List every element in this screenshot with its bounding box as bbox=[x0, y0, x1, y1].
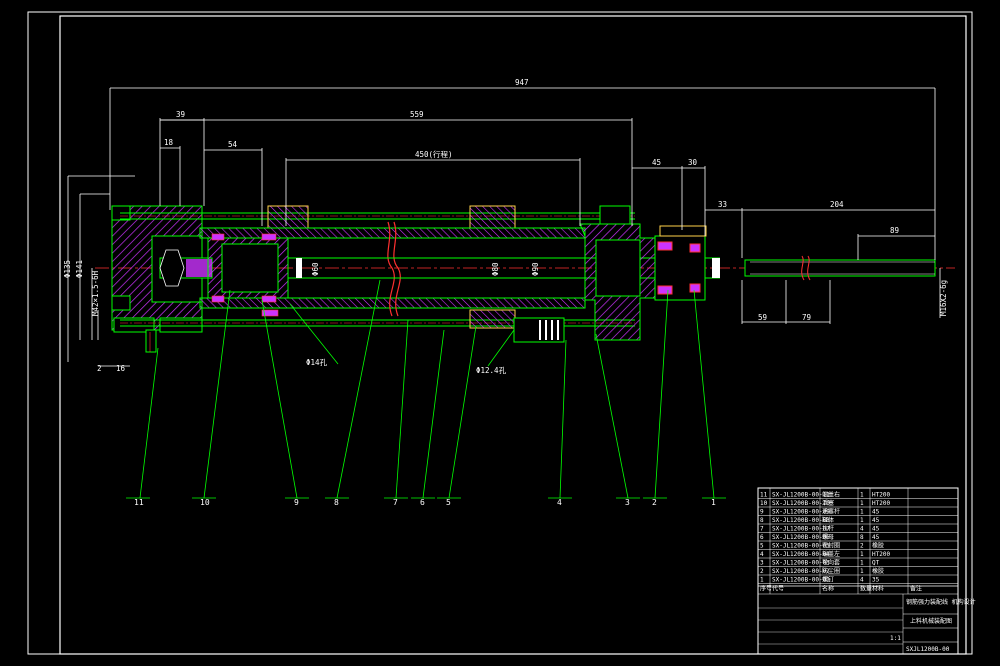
parts-cell-qty: 1 bbox=[860, 551, 864, 558]
dim-33: 33 bbox=[718, 200, 727, 209]
dim-79: 79 bbox=[802, 313, 811, 322]
balloon-3: 3 bbox=[625, 498, 630, 507]
parts-cell-material: 橡胶 bbox=[872, 567, 884, 575]
parts-cell-no: 9 bbox=[760, 509, 764, 516]
parts-cell-material: 35 bbox=[872, 577, 880, 584]
balloon-11: 11 bbox=[134, 498, 144, 507]
parts-cell-name: 防尘圈 bbox=[822, 567, 840, 575]
parts-cell-no: 5 bbox=[760, 543, 764, 550]
parts-cell-name: 导向套 bbox=[822, 559, 840, 567]
parts-cell-material: 45 bbox=[872, 526, 880, 533]
balloon-5: 5 bbox=[446, 498, 451, 507]
dim-phi60: Φ60 bbox=[311, 262, 320, 276]
dim-rod-thread: M16X2-6g bbox=[939, 280, 948, 316]
parts-cell-material: HT200 bbox=[872, 492, 890, 499]
parts-cell-qty: 4 bbox=[860, 526, 864, 533]
parts-cell-no: 6 bbox=[760, 534, 764, 541]
dim-phi90: Φ90 bbox=[531, 262, 540, 276]
balloon-8: 8 bbox=[334, 498, 339, 507]
parts-cell-qty: 8 bbox=[860, 534, 864, 541]
parts-cell-name: 密封圈 bbox=[822, 542, 840, 550]
dim-30: 30 bbox=[688, 158, 698, 167]
balloon-7: 7 bbox=[393, 498, 398, 507]
dim-559: 559 bbox=[410, 110, 424, 119]
part-balloons: 11 10 9 8 7 6 5 4 3 2 1 bbox=[134, 498, 716, 507]
parts-cell-qty: 4 bbox=[860, 577, 864, 584]
title-block: 11 SX-JL1200B-00-11端盖右 1 HT20010 SX-JL1200B-… bbox=[757, 487, 976, 655]
dim-204: 204 bbox=[830, 200, 844, 209]
parts-cell-name: 螺钉 bbox=[822, 576, 834, 584]
parts-cell-name: 螺母 bbox=[822, 533, 834, 541]
balloon-6: 6 bbox=[420, 498, 425, 507]
front-end-cap bbox=[579, 223, 707, 341]
parts-cell-no: 8 bbox=[760, 517, 764, 524]
cad-drawing: 947 559 39 18 54 450(行程) 45 30 33 204 89… bbox=[27, 11, 976, 655]
rear-end-cap bbox=[111, 205, 213, 353]
parts-cell-no: 1 bbox=[760, 577, 764, 584]
parts-cell-qty: 1 bbox=[860, 509, 864, 516]
dim-59: 59 bbox=[758, 313, 767, 322]
dim-phi80: Φ80 bbox=[491, 262, 500, 276]
parts-cell-name: 活塞杆 bbox=[822, 508, 840, 516]
dim-stroke: 450(行程) bbox=[415, 149, 453, 159]
parts-cell-no: 10 bbox=[760, 500, 768, 507]
dim-54: 54 bbox=[228, 140, 238, 149]
parts-cell-qty: 1 bbox=[860, 492, 864, 499]
dim-m-thread: M42×1.5-6H bbox=[91, 270, 100, 316]
parts-cell-material: 45 bbox=[872, 509, 880, 516]
balloon-4: 4 bbox=[557, 498, 562, 507]
parts-cell-name: 端盖右 bbox=[822, 491, 840, 499]
parts-cell-name: 端盖左 bbox=[822, 550, 840, 558]
inner-frame bbox=[59, 15, 967, 655]
dim-45: 45 bbox=[652, 158, 661, 167]
parts-cell-no: 7 bbox=[760, 526, 764, 533]
parts-cell-no: 11 bbox=[760, 492, 768, 499]
parts-cell-material: QT bbox=[872, 560, 880, 567]
dim-39: 39 bbox=[176, 110, 185, 119]
balloon-1: 1 bbox=[711, 498, 716, 507]
dim-89: 89 bbox=[890, 226, 899, 235]
parts-cell-qty: 1 bbox=[860, 500, 864, 507]
balloon-10: 10 bbox=[200, 498, 210, 507]
dim-phi14-hole: Φ14孔 bbox=[306, 358, 328, 367]
extended-rod bbox=[744, 255, 936, 281]
parts-cell-material: HT200 bbox=[872, 551, 890, 558]
tb-drawing-code: SXJL1200B-00 bbox=[906, 646, 950, 653]
dim-16: 16 bbox=[116, 364, 126, 373]
tb-project: 钢筋强力装配线 机构设计 bbox=[906, 598, 976, 606]
parts-cell-qty: 1 bbox=[860, 560, 864, 567]
balloon-9: 9 bbox=[294, 498, 299, 507]
dim-18: 18 bbox=[164, 138, 174, 147]
tb-scale: 1:1 bbox=[890, 635, 901, 642]
parts-cell-material: 橡胶 bbox=[872, 542, 884, 550]
dim-phi12-hole: Φ12.4孔 bbox=[476, 366, 507, 375]
parts-cell-qty: 1 bbox=[860, 568, 864, 575]
parts-cell-no: 3 bbox=[760, 560, 764, 567]
parts-cell-name: 活塞 bbox=[822, 499, 834, 507]
tb-drawing-name: 上料机械装配图 bbox=[910, 617, 952, 625]
parts-cell-material: 45 bbox=[872, 534, 880, 541]
parts-cell-qty: 1 bbox=[860, 517, 864, 524]
parts-cell-material: 45 bbox=[872, 517, 880, 524]
dim-overall: 947 bbox=[515, 78, 529, 87]
dim-phi141: Φ141 bbox=[75, 260, 84, 278]
balloon-2: 2 bbox=[652, 498, 657, 507]
dim-2: 2 bbox=[97, 364, 102, 373]
parts-cell-no: 2 bbox=[760, 568, 764, 575]
parts-cell-name: 缸体 bbox=[822, 516, 834, 524]
parts-cell-material: HT200 bbox=[872, 500, 890, 507]
dim-phi135: Φ135 bbox=[63, 260, 72, 278]
parts-cell-no: 4 bbox=[760, 551, 764, 558]
parts-cell-name: 拉杆 bbox=[822, 525, 834, 533]
parts-cell-qty: 2 bbox=[860, 543, 864, 550]
